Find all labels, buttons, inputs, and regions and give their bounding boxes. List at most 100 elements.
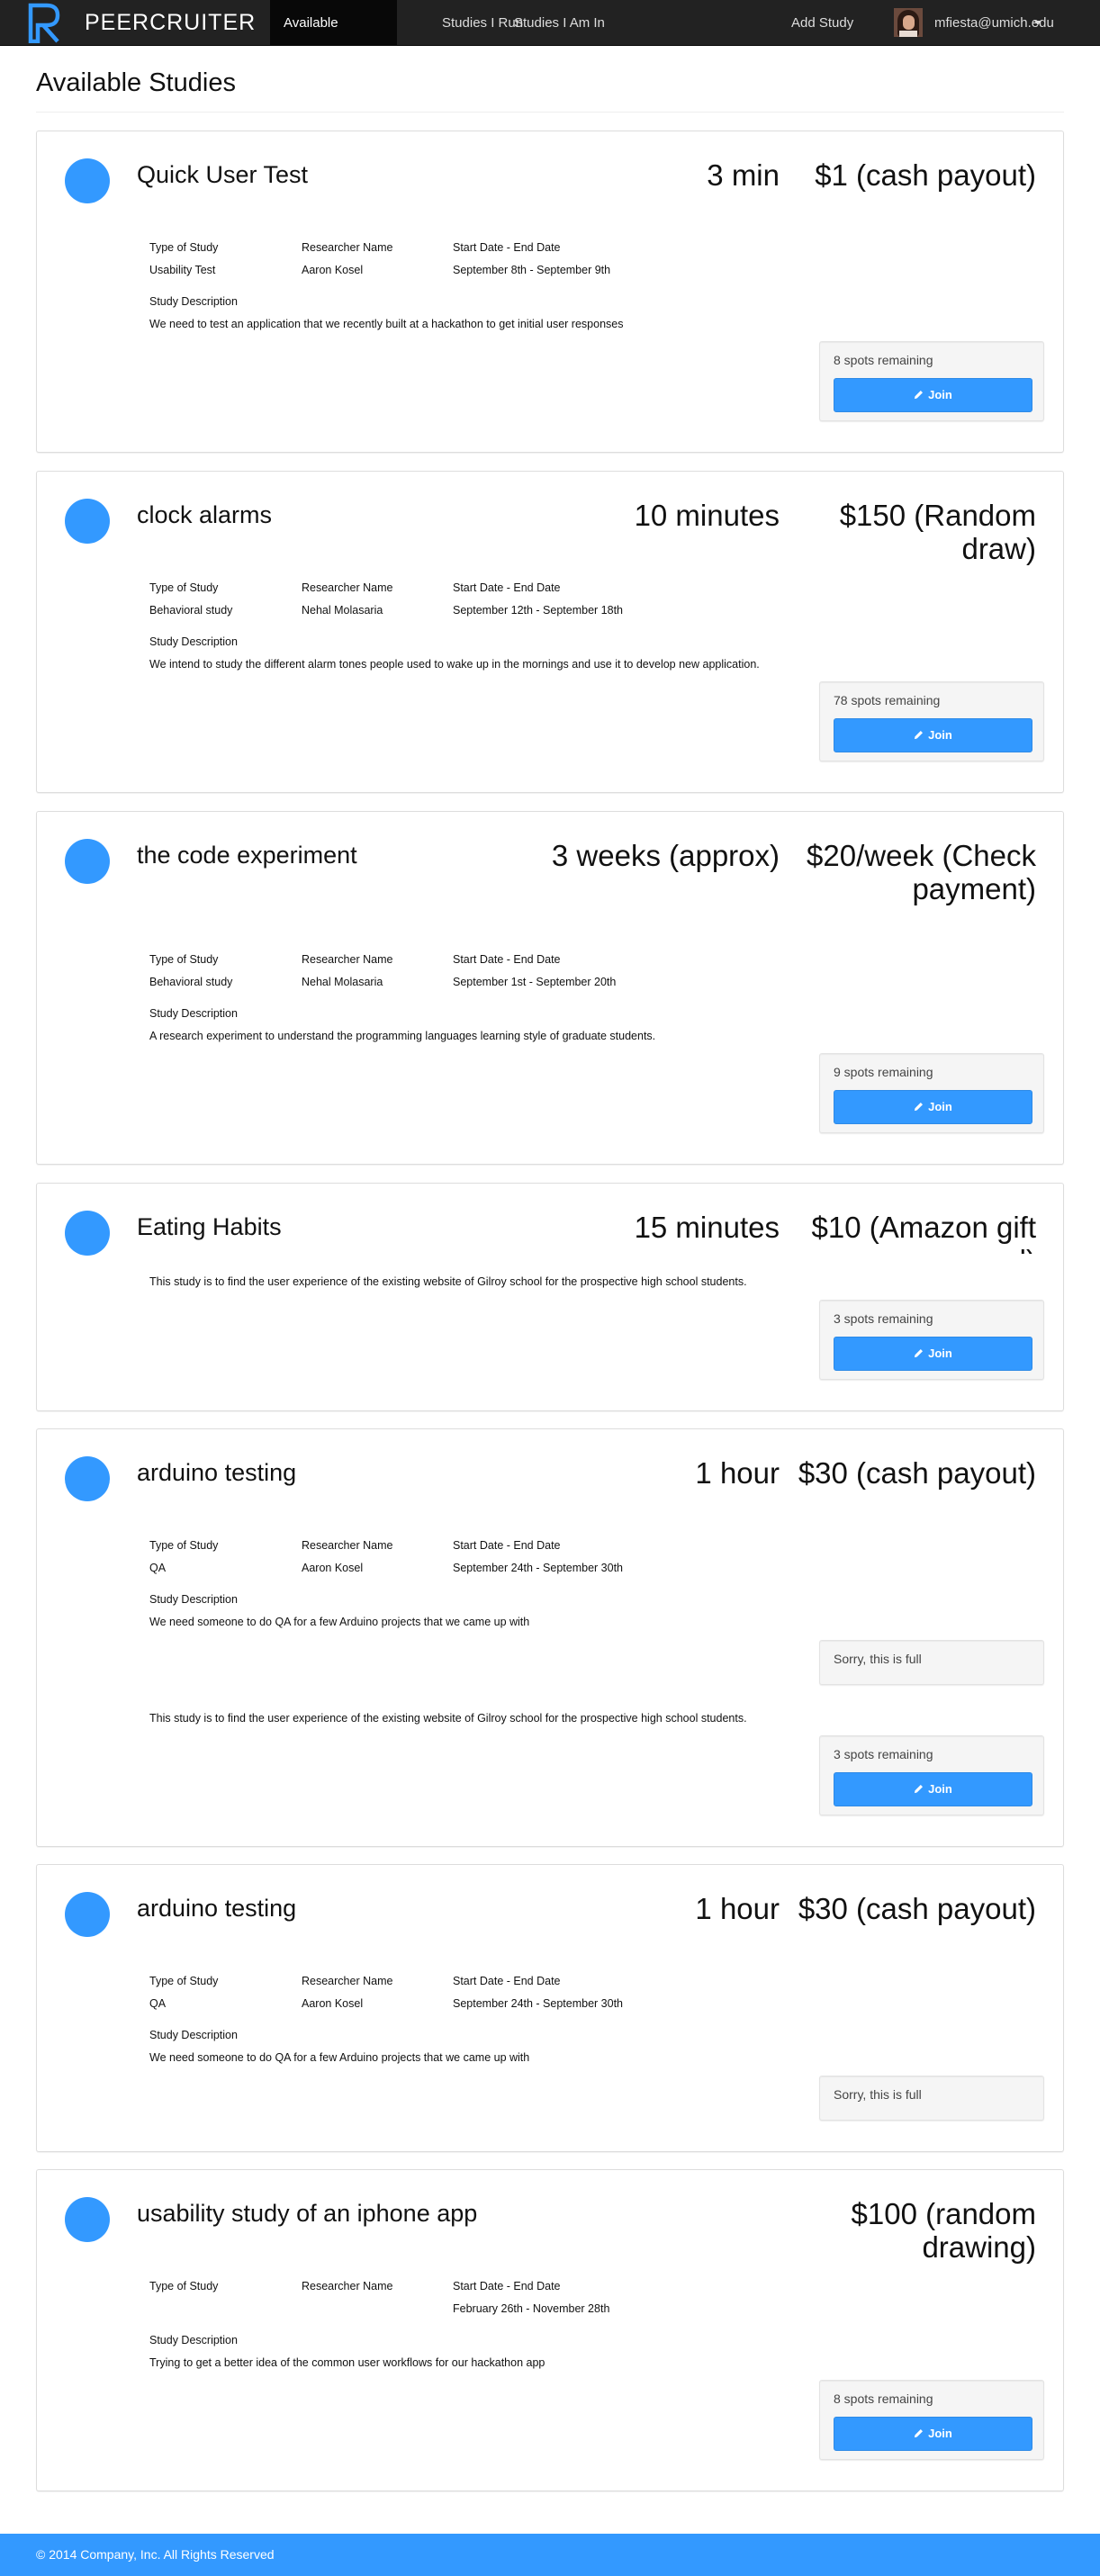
pencil-icon	[915, 1349, 924, 1358]
study-avatar-circle	[65, 499, 110, 544]
spots-panel: 8 spots remaining Join	[819, 2380, 1044, 2460]
study-card: Eating Habits 15 minutes $10 (Amazon gif…	[36, 1183, 1064, 1411]
study-avatar-circle	[65, 1211, 110, 1256]
description-label: Study Description	[149, 295, 238, 308]
study-avatar-circle	[65, 1892, 110, 1937]
brand-name[interactable]: PEERCRUITER	[85, 9, 256, 36]
study-duration: 1 hour	[695, 1456, 780, 1490]
dates-value: September 12th - September 18th	[453, 604, 624, 617]
page-title: Available Studies	[36, 68, 236, 97]
nav-add-study[interactable]: Add Study	[791, 0, 853, 46]
description-text: We intend to study the different alarm t…	[149, 658, 760, 671]
study-duration: 15 minutes	[634, 1211, 780, 1244]
peercruiter-logo-icon[interactable]	[27, 2, 65, 43]
study-avatar-circle	[65, 158, 110, 203]
extra-description-text: This study is to find the user experienc…	[149, 1712, 747, 1725]
join-label: Join	[928, 728, 952, 742]
nav-available-studies[interactable]: Available Studies	[270, 0, 397, 77]
type-label: Type of Study	[149, 241, 219, 254]
footer-copyright: © 2014 Company, Inc. All Rights Reserved	[36, 2547, 275, 2562]
study-avatar-circle	[65, 839, 110, 884]
study-card: Quick User Test 3 min $1 (cash payout) T…	[36, 131, 1064, 453]
type-label: Type of Study	[149, 1539, 219, 1552]
type-label: Type of Study	[149, 2280, 219, 2292]
full-panel: Sorry, this is full	[819, 2076, 1044, 2121]
chevron-down-icon[interactable]	[1034, 21, 1041, 25]
spots-remaining: 78 spots remaining	[834, 693, 941, 707]
join-button[interactable]: Join	[834, 1090, 1032, 1124]
study-title[interactable]: arduino testing	[137, 1892, 296, 1924]
join-button[interactable]: Join	[834, 718, 1032, 752]
nav-studies-i-run[interactable]: Studies I Run	[442, 0, 523, 46]
researcher-value: Aaron Kosel	[302, 264, 364, 276]
researcher-label: Researcher Name	[302, 1539, 393, 1552]
study-payment: $30 (cash payout)	[798, 1456, 1036, 1490]
researcher-label: Researcher Name	[302, 581, 393, 594]
description-label: Study Description	[149, 2029, 238, 2041]
description-label: Study Description	[149, 635, 238, 648]
study-title[interactable]: Quick User Test	[137, 158, 308, 191]
researcher-value: Nehal Molasaria	[302, 604, 383, 617]
dates-label: Start Date - End Date	[453, 1975, 561, 1987]
description-label: Study Description	[149, 2334, 238, 2346]
type-value: Behavioral study	[149, 604, 233, 617]
pencil-icon	[915, 391, 924, 400]
avatar[interactable]	[894, 8, 923, 37]
study-duration: 10 minutes	[634, 499, 780, 532]
nav-studies-i-am-in[interactable]: Studies I Am In	[514, 0, 605, 46]
spots-remaining: 8 spots remaining	[834, 2391, 933, 2406]
researcher-label: Researcher Name	[302, 2280, 393, 2292]
spots-remaining: 9 spots remaining	[834, 1065, 933, 1079]
study-payment: $10 (Amazon gift card)	[811, 1211, 1036, 1254]
dates-value: September 24th - September 30th	[453, 1997, 624, 2010]
researcher-label: Researcher Name	[302, 241, 393, 254]
study-card: arduino testing 1 hour $30 (cash payout)…	[36, 1864, 1064, 2152]
study-card: the code experiment 3 weeks (approx) $20…	[36, 811, 1064, 1165]
dates-label: Start Date - End Date	[453, 241, 561, 254]
study-title[interactable]: clock alarms	[137, 499, 272, 531]
study-title[interactable]: Eating Habits	[137, 1211, 282, 1243]
description-label: Study Description	[149, 1593, 238, 1606]
study-title[interactable]: arduino testing	[137, 1456, 296, 1489]
join-label: Join	[928, 1782, 952, 1796]
researcher-value: Aaron Kosel	[302, 1997, 364, 2010]
pencil-icon	[915, 1785, 924, 1794]
join-label: Join	[928, 1100, 952, 1113]
pencil-icon	[915, 2429, 924, 2438]
join-label: Join	[928, 2427, 952, 2440]
description-text: This study is to find the user experienc…	[149, 1275, 747, 1288]
study-payment: $30 (cash payout)	[798, 1892, 1036, 1925]
dates-label: Start Date - End Date	[453, 581, 561, 594]
description-text: A research experiment to understand the …	[149, 1030, 656, 1042]
study-avatar-circle	[65, 1456, 110, 1501]
spots-panel: 3 spots remaining Join	[819, 1300, 1044, 1380]
study-card: arduino testing 1 hour $30 (cash payout)…	[36, 1428, 1064, 1847]
study-avatar-circle	[65, 2197, 110, 2242]
description-text: We need to test an application that we r…	[149, 318, 624, 330]
spots-panel: 3 spots remaining Join	[819, 1735, 1044, 1815]
spots-panel: 78 spots remaining Join	[819, 681, 1044, 761]
study-payment: $20/week (Check payment)	[807, 839, 1036, 905]
pencil-icon	[915, 731, 924, 740]
study-card: clock alarms 10 minutes $150 (Random dra…	[36, 471, 1064, 793]
dates-value: September 24th - September 30th	[453, 1562, 624, 1574]
full-panel: Sorry, this is full	[819, 1640, 1044, 1685]
join-button[interactable]: Join	[834, 378, 1032, 412]
join-label: Join	[928, 388, 952, 401]
spots-remaining: 3 spots remaining	[834, 1747, 933, 1761]
join-button[interactable]: Join	[834, 1337, 1032, 1371]
study-payment: $150 (Random draw)	[839, 499, 1036, 565]
study-title[interactable]: the code experiment	[137, 839, 357, 871]
type-value: Behavioral study	[149, 976, 233, 988]
type-label: Type of Study	[149, 1975, 219, 1987]
type-label: Type of Study	[149, 581, 219, 594]
dates-value: September 8th - September 9th	[453, 264, 611, 276]
spots-panel: 9 spots remaining Join	[819, 1053, 1044, 1133]
study-title[interactable]: usability study of an iphone app	[137, 2197, 477, 2229]
pencil-icon	[915, 1103, 924, 1112]
join-button[interactable]: Join	[834, 2417, 1032, 2451]
join-button[interactable]: Join	[834, 1772, 1032, 1806]
type-label: Type of Study	[149, 953, 219, 966]
dates-label: Start Date - End Date	[453, 2280, 561, 2292]
dates-label: Start Date - End Date	[453, 953, 561, 966]
